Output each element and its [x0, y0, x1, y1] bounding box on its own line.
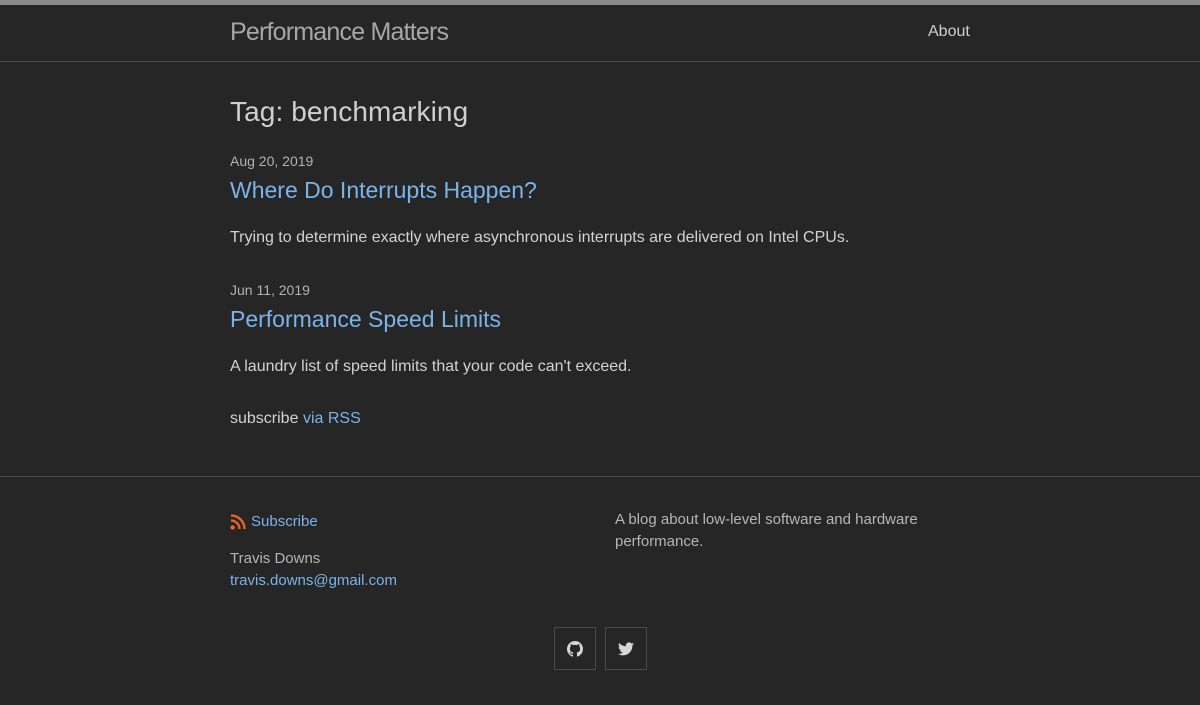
site-title-link[interactable]: Performance Matters: [230, 18, 449, 47]
footer-email-link[interactable]: travis.downs@gmail.com: [230, 572, 397, 589]
post-date: Aug 20, 2019: [230, 153, 314, 169]
post-item: Jun 11, 2019 Performance Speed Limits A …: [230, 282, 970, 376]
twitter-icon: [618, 641, 634, 655]
site-footer: Subscribe Travis Downs travis.downs@gmai…: [0, 476, 1200, 705]
subscribe-line: subscribe via RSS: [230, 410, 361, 428]
post-date: Jun 11, 2019: [230, 282, 310, 298]
rss-link[interactable]: via RSS: [303, 410, 361, 427]
post-excerpt: Trying to determine exactly where asynch…: [230, 229, 850, 246]
footer-subscribe-label: Subscribe: [251, 513, 318, 530]
footer-subscribe-link[interactable]: Subscribe: [230, 513, 318, 530]
twitter-button[interactable]: [605, 627, 647, 670]
post-title-link[interactable]: Where Do Interrupts Happen?: [230, 177, 970, 204]
github-button[interactable]: [554, 627, 596, 670]
page-heading: Tag: benchmarking: [230, 96, 469, 127]
github-icon: [567, 640, 583, 657]
site-header: Performance Matters About: [0, 5, 1200, 62]
footer-description: A blog about low-level software and hard…: [615, 511, 918, 550]
post-title-link[interactable]: Performance Speed Limits: [230, 306, 970, 333]
rss-icon: [230, 513, 246, 530]
footer-author: Travis Downs: [230, 550, 321, 567]
subscribe-prefix: subscribe: [230, 410, 299, 427]
post-excerpt: A laundry list of speed limits that your…: [230, 358, 632, 375]
post-item: Aug 20, 2019 Where Do Interrupts Happen?…: [230, 153, 970, 247]
nav-about-link[interactable]: About: [928, 23, 970, 41]
